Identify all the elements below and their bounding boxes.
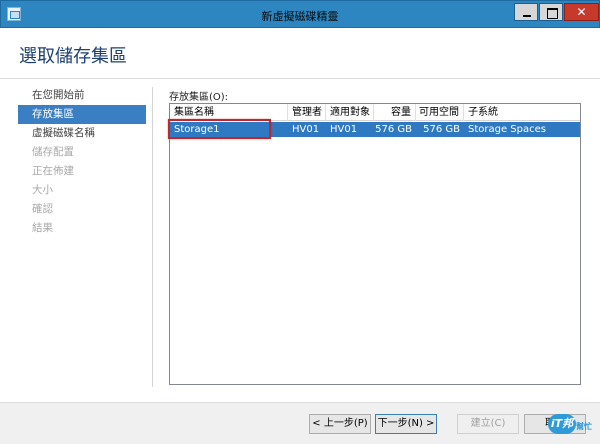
previous-button[interactable]: < 上一步(P): [309, 414, 371, 434]
next-button[interactable]: 下一步(N) >: [375, 414, 437, 434]
nav-divider: [152, 87, 153, 387]
cell-subsystem: Storage Spaces: [468, 124, 546, 135]
create-button: 建立(C): [457, 414, 519, 434]
title-bar: 新虛擬磁碟精靈 ✕: [0, 0, 600, 28]
nav-step-size: 大小: [32, 184, 53, 196]
nav-step-before-you-begin[interactable]: 在您開始前: [18, 86, 146, 105]
window-title: 新虛擬磁碟精靈: [261, 10, 339, 23]
cell-free-space: 576 GB: [423, 124, 460, 135]
column-header-managed-by[interactable]: 管理者: [288, 104, 326, 121]
storage-pool-list-label: 存放集區(O):: [169, 92, 229, 103]
ithome-watermark: iT邦 幫忙: [548, 414, 594, 440]
column-header-available-to[interactable]: 適用對象: [326, 104, 374, 121]
page-title: 選取儲存集區: [19, 46, 127, 67]
cell-managed-by: HV01: [292, 124, 320, 135]
maximize-button[interactable]: [539, 3, 563, 21]
column-header-free-space[interactable]: 可用空間: [416, 104, 464, 121]
wizard-steps-nav: 在您開始前 存放集區 虛擬磁碟名稱 儲存配置 正在佈建 大小 確認 結果: [18, 86, 146, 238]
storage-pool-list[interactable]: 集區名稱 管理者 適用對象 容量 可用空間 子系統 Storage1 HV01 …: [169, 103, 581, 385]
wizard-footer: < 上一步(P) 下一步(N) > 建立(C) 取消: [0, 402, 600, 444]
watermark-logo: iT邦: [548, 414, 576, 434]
annotation-highlight-box: [168, 119, 271, 139]
nav-step-provisioning: 正在佈建: [32, 165, 74, 177]
column-header-subsystem[interactable]: 子系統: [464, 104, 580, 121]
column-header-capacity[interactable]: 容量: [374, 104, 416, 121]
watermark-text: 幫忙: [576, 422, 592, 431]
nav-step-confirmation: 確認: [32, 203, 53, 215]
nav-step-results: 結果: [32, 222, 53, 234]
close-button[interactable]: ✕: [564, 3, 599, 21]
minimize-button[interactable]: [514, 3, 538, 21]
nav-step-storage-pool[interactable]: 存放集區: [18, 105, 146, 124]
nav-step-virtual-disk-name[interactable]: 虛擬磁碟名稱: [18, 124, 146, 143]
close-icon: ✕: [576, 5, 587, 19]
cell-available-to: HV01: [330, 124, 358, 135]
cell-capacity: 576 GB: [375, 124, 412, 135]
header-divider: [0, 78, 600, 79]
nav-step-storage-layout: 儲存配置: [32, 146, 74, 158]
